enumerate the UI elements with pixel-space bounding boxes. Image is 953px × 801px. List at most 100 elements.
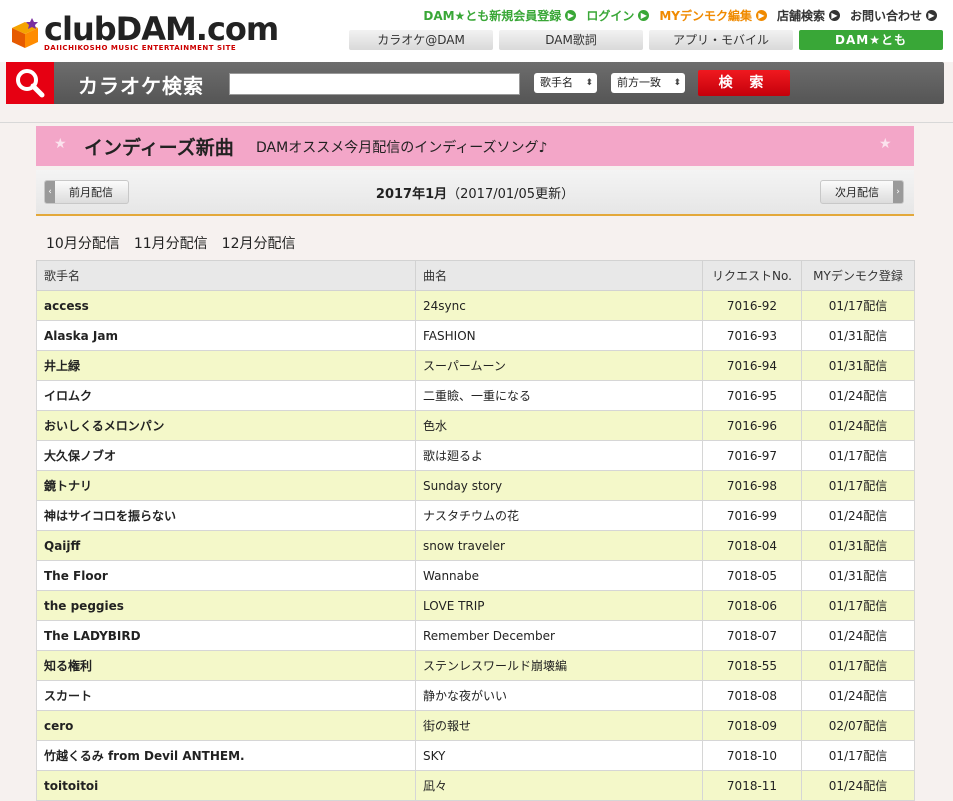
indies-song-table: 歌手名 曲名 リクエストNo. MYデンモク登録 access 24sync 701…	[36, 260, 915, 801]
toplink-label: DAM★とも新規会員登録	[423, 8, 562, 23]
artist-cell[interactable]: 知る権利	[36, 650, 416, 681]
song-cell[interactable]: ナスタチウムの花	[415, 500, 703, 531]
song-cell[interactable]: 街の報せ	[415, 710, 703, 741]
karaoke-search-bar: カラオケ検索 歌手名 ⬍ 前方一致 ⬍ 検 索	[6, 62, 944, 104]
toplink-label: お問い合わせ	[849, 8, 922, 23]
nav-karaoke[interactable]: カラオケ@DAM	[349, 30, 493, 50]
artist-cell[interactable]: The LADYBIRD	[36, 620, 416, 651]
banner-title: インディーズ新曲	[84, 137, 234, 159]
artist-cell[interactable]: The Floor	[36, 560, 416, 591]
toplink-contact[interactable]: お問い合わせ ▶	[850, 6, 937, 24]
song-cell[interactable]: Wannabe	[415, 560, 703, 591]
song-cell[interactable]: 歌は廻るよ	[415, 440, 703, 471]
table-row: 大久保ノブオ 歌は廻るよ 7016-97 01/17配信	[36, 440, 915, 471]
next-month-button[interactable]: 次月配信 ›	[820, 180, 904, 204]
arrow-right-icon: ▶	[926, 9, 937, 21]
toplink-label: ログイン	[586, 8, 635, 23]
month-link-dec[interactable]: 12月分配信	[222, 233, 296, 253]
song-cell[interactable]: SKY	[415, 740, 703, 771]
song-cell[interactable]: 色水	[415, 410, 703, 441]
artist-cell[interactable]: Qaijff	[36, 530, 416, 561]
search-input[interactable]	[229, 73, 520, 95]
search-button[interactable]: 検 索	[698, 70, 790, 96]
artist-cell[interactable]: toitoitoi	[36, 770, 416, 801]
banner-subtitle: DAMオススメ今月配信のインディーズソング♪	[256, 140, 548, 156]
request-no-cell: 7016-92	[702, 290, 802, 321]
toplink-label: 店舗検索	[776, 8, 825, 23]
table-row: 神はサイコロを振らない ナスタチウムの花 7016-99 01/24配信	[36, 500, 915, 531]
artist-cell[interactable]: Alaska Jam	[36, 320, 416, 351]
toplink-mydenmoku[interactable]: MYデンモク編集 ▶	[659, 6, 767, 24]
mydenmoku-cell: 01/24配信	[801, 410, 915, 441]
song-cell[interactable]: スーパームーン	[415, 350, 703, 381]
arrow-right-icon: ▶	[828, 9, 840, 21]
artist-cell[interactable]: access	[36, 290, 416, 321]
logo-text: clubDAM.com	[44, 10, 279, 48]
mydenmoku-cell: 01/31配信	[801, 560, 915, 591]
toplink-label: MYデンモク編集	[659, 8, 752, 23]
updown-caret-icon: ⬍	[673, 78, 681, 88]
table-body: access 24sync 7016-92 01/17配信 Alaska Jam FASH…	[36, 290, 915, 801]
header-song: 曲名	[415, 260, 703, 291]
header-artist: 歌手名	[36, 260, 416, 291]
artist-cell[interactable]: 井上緑	[36, 350, 416, 381]
mydenmoku-cell: 02/07配信	[801, 710, 915, 741]
artist-cell[interactable]: 神はサイコロを振らない	[36, 500, 416, 531]
clubdam-logo[interactable]: clubDAM.com DAIICHIKOSHO MUSIC ENTERTAIN…	[10, 10, 295, 54]
month-nav: ‹ 前月配信 2017年1月（2017/01/05更新） 次月配信 ›	[36, 170, 914, 216]
song-cell[interactable]: Remember December	[415, 620, 703, 651]
search-icon[interactable]	[6, 62, 54, 104]
month-link-oct[interactable]: 10月分配信	[46, 233, 120, 253]
artist-cell[interactable]: 竹越くるみ from Devil ANTHEM.	[36, 740, 416, 771]
toplink-login[interactable]: ログイン ▶	[586, 6, 650, 24]
nav-apps[interactable]: アプリ・モバイル	[649, 30, 793, 50]
header-divider	[0, 122, 953, 123]
mydenmoku-cell: 01/24配信	[801, 380, 915, 411]
request-no-cell: 7018-06	[702, 590, 802, 621]
next-month-label: 次月配信	[835, 186, 879, 199]
header-mydenmoku: MYデンモク登録	[801, 260, 915, 291]
search-field-select[interactable]: 歌手名 ⬍	[534, 73, 597, 93]
table-row: Qaijff snow traveler 7018-04 01/31配信	[36, 530, 915, 561]
table-row: the peggies LOVE TRIP 7018-06 01/17配信	[36, 590, 915, 621]
mydenmoku-cell: 01/24配信	[801, 620, 915, 651]
toplink-register[interactable]: DAM★とも新規会員登録 ▶	[423, 6, 577, 24]
select-value: 前方一致	[617, 76, 661, 89]
search-title: カラオケ検索	[78, 74, 204, 98]
arrow-right-icon: ▶	[565, 9, 577, 21]
artist-cell[interactable]: 鏡トナリ	[36, 470, 416, 501]
search-match-select[interactable]: 前方一致 ⬍	[611, 73, 685, 93]
artist-cell[interactable]: 大久保ノブオ	[36, 440, 416, 471]
artist-cell[interactable]: イロムク	[36, 380, 416, 411]
artist-cell[interactable]: cero	[36, 710, 416, 741]
song-cell[interactable]: snow traveler	[415, 530, 703, 561]
artist-cell[interactable]: the peggies	[36, 590, 416, 621]
current-month: 2017年1月（2017/01/05更新）	[36, 183, 914, 202]
table-row: 井上緑 スーパームーン 7016-94 01/31配信	[36, 350, 915, 381]
mydenmoku-cell: 01/17配信	[801, 470, 915, 501]
song-cell[interactable]: 静かな夜がいい	[415, 680, 703, 711]
artist-cell[interactable]: スカート	[36, 680, 416, 711]
table-row: おいしくるメロンパン 色水 7016-96 01/24配信	[36, 410, 915, 441]
nav-lyrics[interactable]: DAM歌詞	[499, 30, 643, 50]
mydenmoku-cell: 01/24配信	[801, 680, 915, 711]
nav-damtomo[interactable]: DAM★とも	[799, 30, 943, 50]
toplink-store-search[interactable]: 店舗検索 ▶	[777, 6, 840, 24]
table-row: cero 街の報せ 7018-09 02/07配信	[36, 710, 915, 741]
request-no-cell: 7016-98	[702, 470, 802, 501]
song-cell[interactable]: ステンレスワールド崩壊編	[415, 650, 703, 681]
mydenmoku-cell: 01/17配信	[801, 590, 915, 621]
table-row: 鏡トナリ Sunday story 7016-98 01/17配信	[36, 470, 915, 501]
song-cell[interactable]: 凪々	[415, 770, 703, 801]
song-cell[interactable]: 二重瞼、一重になる	[415, 380, 703, 411]
song-cell[interactable]: FASHION	[415, 320, 703, 351]
song-cell[interactable]: LOVE TRIP	[415, 590, 703, 621]
song-cell[interactable]: Sunday story	[415, 470, 703, 501]
mydenmoku-cell: 01/31配信	[801, 530, 915, 561]
mydenmoku-cell: 01/17配信	[801, 650, 915, 681]
song-cell[interactable]: 24sync	[415, 290, 703, 321]
month-link-nov[interactable]: 11月分配信	[134, 233, 208, 253]
artist-cell[interactable]: おいしくるメロンパン	[36, 410, 416, 441]
current-month-label: 2017年1月	[375, 187, 448, 202]
table-row: 竹越くるみ from Devil ANTHEM. SKY 7018-10 01/17配…	[36, 740, 915, 771]
